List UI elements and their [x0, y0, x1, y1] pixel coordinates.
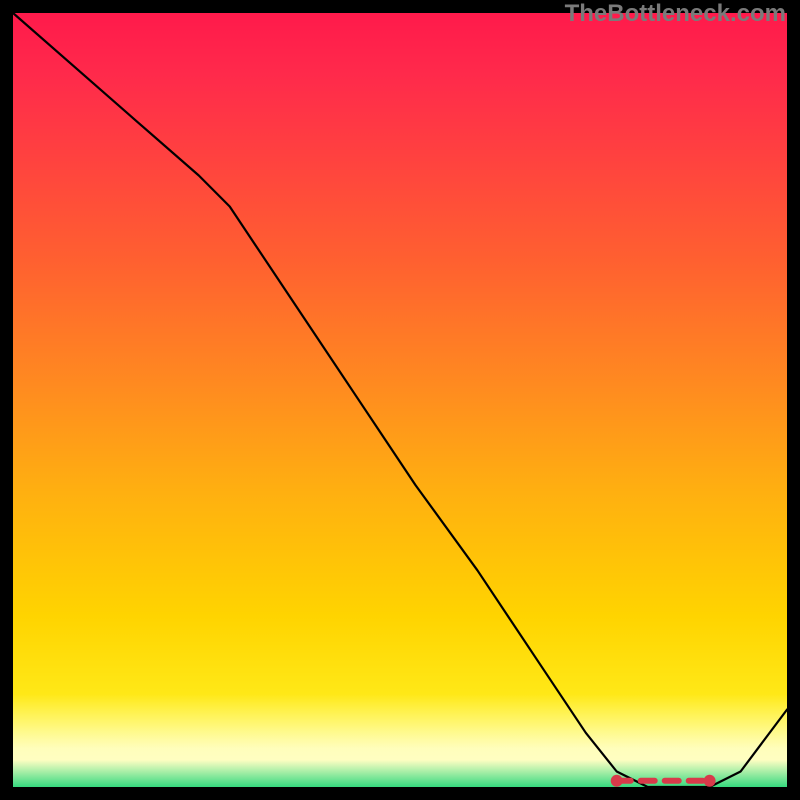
chart-overlay	[13, 13, 787, 787]
optimum-end-dot	[704, 775, 716, 787]
optimum-start-dot	[611, 775, 623, 787]
bottleneck-curve	[13, 13, 787, 787]
chart-frame: TheBottleneck.com	[0, 0, 800, 800]
